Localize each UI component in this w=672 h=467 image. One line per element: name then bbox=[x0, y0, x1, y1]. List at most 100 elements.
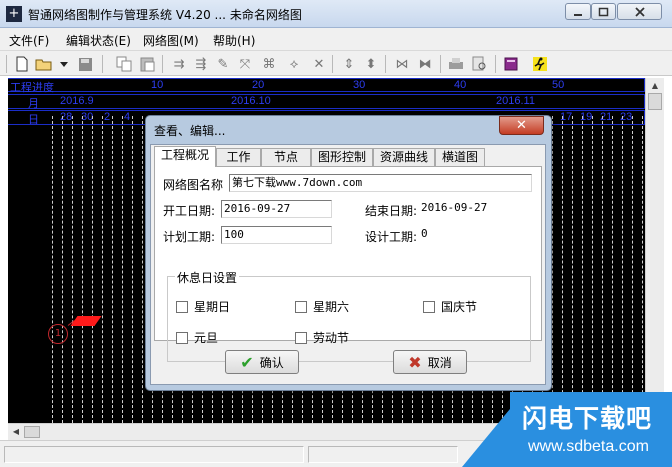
checkbox-national-day[interactable]: 国庆节 bbox=[423, 298, 477, 315]
scroll-up-icon[interactable]: ▲ bbox=[646, 78, 664, 93]
month-value: 2016.10 bbox=[231, 95, 271, 107]
print-icon[interactable] bbox=[447, 55, 465, 73]
cancel-x-icon: ✖ bbox=[408, 352, 422, 372]
copy-icon[interactable] bbox=[115, 55, 133, 73]
confirm-button[interactable]: ✔ 确认 bbox=[225, 350, 299, 374]
tab-project-overview[interactable]: 工程概况 bbox=[154, 146, 216, 167]
checkbox-icon[interactable] bbox=[295, 331, 307, 344]
checkbox-icon[interactable] bbox=[176, 331, 188, 344]
time-gridline bbox=[632, 116, 633, 423]
time-gridline bbox=[602, 116, 603, 423]
maximize-button[interactable] bbox=[591, 3, 616, 20]
toolbar-separator bbox=[102, 55, 103, 73]
watermark-url: www.sdbeta.com bbox=[528, 438, 649, 455]
close-window-button[interactable] bbox=[617, 3, 662, 20]
progress-tick: 10 bbox=[151, 79, 164, 91]
edit-pen-icon[interactable]: ✎ bbox=[214, 55, 232, 73]
toolbar-separator bbox=[332, 55, 333, 73]
toolbar-separator bbox=[495, 55, 496, 73]
watermark-logo: 闪电下载吧 www.sdbeta.com bbox=[462, 392, 672, 467]
insert-icon[interactable]: ⇉ bbox=[170, 55, 188, 73]
start-date-label: 开工日期: bbox=[163, 204, 216, 218]
time-gridline bbox=[642, 116, 643, 423]
project-overview-panel: 网络图名称 第七下载www.7down.com 开工日期: 2016-09-27… bbox=[154, 166, 542, 362]
tab-graphic-control[interactable]: 图形控制 bbox=[311, 148, 373, 166]
watermark-title: 闪电下载吧 bbox=[522, 404, 653, 433]
time-gridline bbox=[142, 116, 143, 423]
checkbox-icon[interactable] bbox=[423, 300, 435, 313]
time-gridline bbox=[122, 116, 123, 423]
align-center-icon[interactable]: ⬍ bbox=[362, 55, 380, 73]
menu-help[interactable]: 帮助(H) bbox=[213, 32, 255, 49]
dialog-close-button[interactable]: ✕ bbox=[499, 116, 544, 135]
tab-node[interactable]: 节点 bbox=[261, 148, 311, 166]
minimize-button[interactable] bbox=[565, 3, 591, 20]
app-icon: + bbox=[6, 6, 22, 22]
holiday-settings-title: 休息日设置 bbox=[175, 269, 240, 286]
planned-duration-field[interactable]: 100 bbox=[221, 226, 332, 244]
scroll-left-icon[interactable]: ◀ bbox=[8, 424, 24, 440]
time-gridline bbox=[112, 116, 113, 423]
network-name-field[interactable]: 第七下载www.7down.com bbox=[229, 174, 532, 192]
checkbox-sunday[interactable]: 星期日 bbox=[176, 298, 230, 315]
flip-right-icon[interactable]: ⧓ bbox=[416, 55, 434, 73]
checkbox-icon[interactable] bbox=[176, 300, 188, 313]
menu-edit[interactable]: 编辑状态(E) bbox=[66, 32, 131, 49]
time-gridline bbox=[132, 116, 133, 423]
tab-gantt[interactable]: 横道图 bbox=[435, 148, 485, 166]
vertical-scrollbar[interactable]: ▲ ▼ bbox=[645, 78, 664, 423]
open-folder-icon[interactable] bbox=[35, 55, 53, 73]
exit-runner-icon[interactable] bbox=[531, 55, 549, 73]
menu-file[interactable]: 文件(F) bbox=[9, 32, 49, 49]
align-vertical-icon[interactable]: ⇕ bbox=[340, 55, 358, 73]
tab-work[interactable]: 工作 bbox=[216, 148, 261, 166]
time-gridline bbox=[62, 116, 63, 423]
save-icon[interactable] bbox=[76, 55, 94, 73]
checkbox-icon[interactable] bbox=[295, 300, 307, 313]
end-date-label: 结束日期: bbox=[365, 204, 418, 218]
design-duration-label: 设计工期: bbox=[365, 230, 418, 244]
vertical-scroll-thumb[interactable] bbox=[648, 93, 662, 110]
checkbox-new-year[interactable]: 元旦 bbox=[176, 329, 218, 346]
month-value: 2016.9 bbox=[60, 95, 94, 107]
time-gridline bbox=[102, 116, 103, 423]
time-gridline bbox=[552, 116, 553, 423]
progress-tick: 40 bbox=[454, 79, 467, 91]
node-marker[interactable] bbox=[70, 316, 102, 326]
checkbox-labor-day[interactable]: 劳动节 bbox=[295, 329, 349, 346]
toolbar-separator bbox=[162, 55, 163, 73]
day-value: 2 bbox=[104, 111, 111, 123]
time-gridline bbox=[592, 116, 593, 423]
insert-node-icon[interactable]: ⇶ bbox=[192, 55, 210, 73]
cancel-button[interactable]: ✖ 取消 bbox=[393, 350, 467, 374]
time-gridline bbox=[92, 116, 93, 423]
time-gridline bbox=[562, 116, 563, 423]
merge-icon[interactable]: ⟡ bbox=[285, 55, 303, 73]
start-date-field[interactable]: 2016-09-27 bbox=[221, 200, 332, 218]
dialog-title: 查看、编辑... bbox=[154, 124, 226, 138]
print-preview-icon[interactable] bbox=[470, 55, 488, 73]
new-file-icon[interactable] bbox=[13, 55, 31, 73]
paste-icon[interactable] bbox=[138, 55, 156, 73]
toolbar-separator bbox=[6, 55, 7, 73]
dialog-body: 工程概况 工作 节点 图形控制 资源曲线 横道图 网络图名称 第七下载www.7… bbox=[150, 144, 546, 385]
end-date-value: 2016-09-27 bbox=[421, 201, 488, 214]
time-gridline bbox=[582, 116, 583, 423]
progress-row bbox=[8, 78, 645, 92]
time-gridline bbox=[612, 116, 613, 423]
view-edit-dialog: 查看、编辑... ✕ 工程概况 工作 节点 图形控制 资源曲线 横道图 网络图名… bbox=[145, 115, 552, 391]
dropdown-arrow-icon[interactable] bbox=[57, 55, 71, 73]
network-node[interactable]: 1 bbox=[48, 324, 68, 344]
delete-icon[interactable]: ✕ bbox=[310, 55, 328, 73]
link-icon[interactable]: ⌘ bbox=[260, 55, 278, 73]
checkbox-saturday[interactable]: 星期六 bbox=[295, 298, 349, 315]
tab-resource-curve[interactable]: 资源曲线 bbox=[373, 148, 435, 166]
planned-duration-label: 计划工期: bbox=[163, 230, 216, 244]
horizontal-scroll-thumb[interactable] bbox=[24, 426, 40, 438]
flip-left-icon[interactable]: ⋈ bbox=[393, 55, 411, 73]
month-label: 月 bbox=[28, 98, 39, 110]
menu-network[interactable]: 网络图(M) bbox=[143, 32, 199, 49]
book-icon[interactable] bbox=[502, 55, 520, 73]
move-icon[interactable]: ⤧ bbox=[236, 55, 254, 73]
month-row bbox=[8, 94, 645, 109]
